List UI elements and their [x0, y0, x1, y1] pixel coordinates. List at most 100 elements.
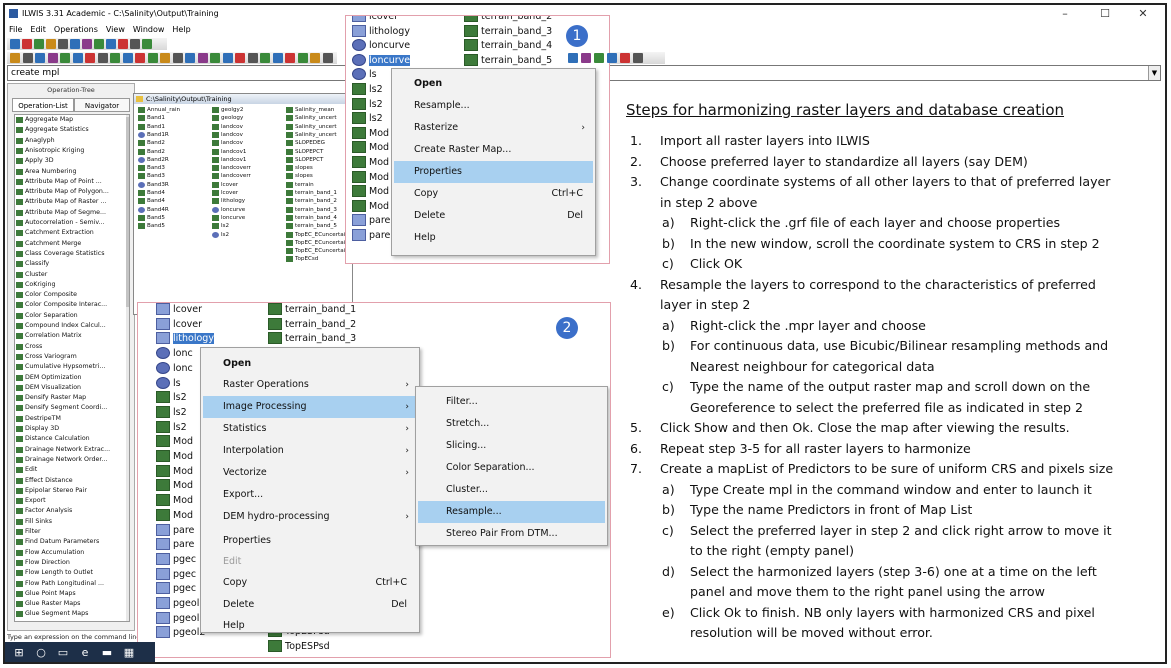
toolbar-button-icon[interactable] — [607, 53, 617, 63]
toolbar-button-icon[interactable] — [10, 39, 20, 49]
toolbar-button-icon[interactable] — [235, 53, 245, 63]
catalog-item[interactable]: Band3 — [138, 172, 165, 180]
chevron-down-icon[interactable]: ▼ — [1148, 66, 1160, 80]
operation-item[interactable]: Flow Length to Outlet — [15, 569, 93, 577]
catalog-item[interactable]: Band5 — [138, 214, 165, 222]
catalog-item[interactable]: TopEC_ECuncertain — [286, 247, 349, 255]
submenu-item[interactable]: Filter... — [418, 391, 605, 413]
menu-help[interactable]: Help — [168, 23, 194, 37]
operation-item[interactable]: Glue Raster Maps — [15, 600, 80, 608]
search-icon[interactable]: ○ — [35, 647, 47, 659]
edge-icon[interactable]: e — [79, 647, 91, 659]
operation-item[interactable]: Glue Segment Maps — [15, 610, 88, 618]
toolbar-button-icon[interactable] — [35, 53, 45, 63]
operation-item[interactable]: Anaglyph — [15, 137, 55, 145]
catalog-item[interactable]: Band2R — [138, 156, 169, 164]
catalog-item[interactable]: TopEC_ECuncertain — [286, 231, 349, 239]
toolbar-button-icon[interactable] — [620, 53, 630, 63]
catalog-item[interactable]: SLOPEPCT — [286, 156, 323, 164]
catalog-item[interactable]: Band1 — [138, 123, 165, 131]
operation-item[interactable]: Display 3D — [15, 425, 59, 433]
ilwis-icon[interactable]: ▦ — [123, 647, 135, 659]
toolbar-button-icon[interactable] — [310, 53, 320, 63]
operation-item[interactable]: Color Composite Interac... — [15, 301, 107, 309]
catalog-item[interactable]: landcov — [212, 139, 243, 147]
catalog-item[interactable]: ls2 — [212, 222, 229, 230]
catalog-item[interactable]: slopes — [286, 172, 313, 180]
operation-item[interactable]: Export — [15, 497, 46, 505]
operation-item[interactable]: Area Numbering — [15, 168, 77, 176]
operation-item[interactable]: Compound Index Calcul... — [15, 322, 106, 330]
tab-navigator[interactable]: Navigator — [74, 98, 130, 112]
operation-item[interactable]: Class Coverage Statistics — [15, 250, 105, 258]
catalog-item[interactable]: SLOPEDEG — [286, 139, 325, 147]
operation-item[interactable]: DestripeTM — [15, 415, 61, 423]
catalog-item[interactable]: slopes — [286, 164, 313, 172]
toolbar-button-icon[interactable] — [222, 53, 233, 63]
close-button[interactable]: ✕ — [1123, 5, 1163, 23]
toolbar-button-icon[interactable] — [142, 39, 152, 49]
catalog-item[interactable]: loncurve — [212, 206, 245, 214]
catalog-item[interactable]: Band2 — [138, 139, 165, 147]
toolbar-button-icon[interactable] — [10, 53, 20, 63]
catalog-item[interactable]: Band1R — [138, 131, 169, 139]
catalog-item[interactable]: TopECsd — [286, 255, 318, 263]
catalog-item[interactable]: Band4R — [138, 206, 169, 214]
toolbar-button-icon[interactable] — [322, 53, 333, 63]
catalog-item[interactable]: terrain_band_1 — [286, 189, 337, 197]
catalog-item[interactable]: Band3 — [138, 164, 165, 172]
catalog-item[interactable]: Band3R — [138, 181, 169, 189]
menu-view[interactable]: View — [102, 23, 129, 37]
operation-item[interactable]: Anisotropic Kriging — [15, 147, 84, 155]
catalog-item[interactable]: SLOPEPCT — [286, 148, 323, 156]
submenu-item[interactable]: Slicing... — [418, 435, 605, 457]
operation-item[interactable]: Drainage Network Order... — [15, 456, 107, 464]
task-view-icon[interactable]: ▭ — [57, 647, 69, 659]
toolbar-button-icon[interactable] — [82, 39, 92, 49]
operation-item[interactable]: Densify Segment Coordi... — [15, 404, 107, 412]
toolbar-button-icon[interactable] — [581, 53, 591, 63]
operation-item[interactable]: Epipolar Stereo Pair — [15, 487, 87, 495]
toolbar-button-icon[interactable] — [46, 39, 56, 49]
submenu-item[interactable]: Cluster... — [418, 479, 605, 501]
toolbar-button-icon[interactable] — [130, 39, 140, 49]
catalog-item[interactable]: terrain — [286, 181, 314, 189]
catalog-item[interactable]: lithology — [212, 197, 245, 205]
catalog-item[interactable]: landcoverr — [212, 172, 251, 180]
catalog-item[interactable]: lcover — [212, 181, 238, 189]
toolbar-button-icon[interactable] — [285, 53, 295, 63]
operation-item[interactable]: Color Composite — [15, 291, 77, 299]
toolbar-button-icon[interactable] — [210, 53, 220, 63]
catalog-item[interactable]: landcov1 — [212, 156, 246, 164]
operation-item[interactable]: Cluster — [15, 271, 47, 279]
operation-item[interactable]: Catchment Extraction — [15, 229, 94, 237]
maximize-button[interactable]: ☐ — [1085, 5, 1125, 23]
toolbar-button-icon[interactable] — [122, 53, 133, 63]
catalog-item[interactable]: Salinity_mean — [286, 106, 334, 114]
file-list-item[interactable]: lcover — [156, 317, 211, 332]
operation-item[interactable]: Aggregate Map — [15, 116, 73, 124]
operation-item[interactable]: Apply 3D — [15, 157, 54, 165]
toolbar-button-icon[interactable] — [106, 39, 116, 49]
toolbar-button-icon[interactable] — [97, 53, 108, 63]
operation-item[interactable]: Edit — [15, 466, 37, 474]
file-list-item[interactable]: terrain_band_4 — [464, 38, 554, 53]
toolbar-button-icon[interactable] — [34, 39, 44, 49]
toolbar-button-icon[interactable] — [197, 53, 208, 63]
operation-item[interactable]: Flow Direction — [15, 559, 70, 567]
catalog-item[interactable]: lcover — [212, 189, 238, 197]
context-menu-item[interactable]: Properties — [394, 161, 593, 183]
file-list-item[interactable]: loncurve — [352, 53, 412, 68]
file-list-item[interactable]: terrain_band_3 — [464, 24, 554, 39]
context-menu-item[interactable]: Image Processing › — [203, 396, 417, 418]
context-menu-item[interactable]: Open — [394, 73, 593, 95]
toolbar-button-icon[interactable] — [272, 53, 283, 63]
menu-file[interactable]: File — [5, 23, 26, 37]
operation-item[interactable]: Factor Analysis — [15, 507, 72, 515]
submenu-item[interactable]: Resample... — [418, 501, 605, 523]
file-list-item[interactable]: lcover — [156, 303, 211, 317]
operation-item[interactable]: Flow Path Longitudinal ... — [15, 580, 104, 588]
catalog-item[interactable]: geology — [212, 114, 243, 122]
catalog-item[interactable]: Band4 — [138, 189, 165, 197]
operation-item[interactable]: Classify — [15, 260, 49, 268]
